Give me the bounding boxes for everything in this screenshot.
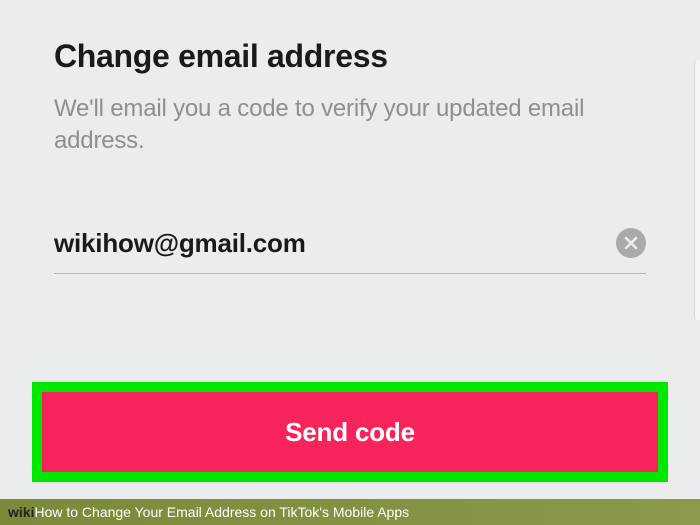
change-email-panel: Change email address We'll email you a c… — [0, 0, 700, 274]
tutorial-highlight: Send code — [32, 382, 668, 482]
send-code-button[interactable]: Send code — [42, 392, 658, 472]
page-subtitle: We'll email you a code to verify your up… — [54, 93, 646, 158]
page-title: Change email address — [54, 38, 646, 75]
attribution-bar: wikiHow to Change Your Email Address on … — [0, 499, 700, 525]
email-input-row — [54, 228, 646, 274]
email-field[interactable] — [54, 228, 616, 259]
close-icon — [624, 236, 638, 250]
scroll-edge — [694, 60, 700, 320]
footer-brand: wiki — [8, 504, 34, 520]
footer-caption: How to Change Your Email Address on TikT… — [34, 504, 409, 520]
clear-input-button[interactable] — [616, 228, 646, 258]
